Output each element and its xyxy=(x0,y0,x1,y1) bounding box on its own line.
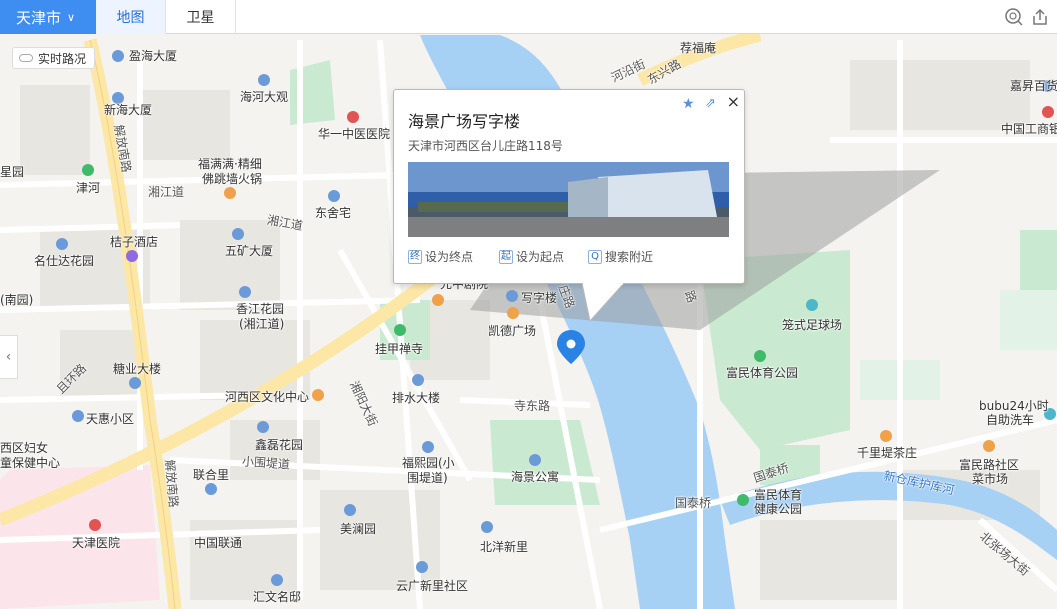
city-name: 天津市 xyxy=(16,8,62,27)
road-label: 国泰桥 xyxy=(675,496,712,510)
poi-label[interactable]: 糖业大楼 xyxy=(113,360,161,377)
popup-address: 天津市河西区台儿庄路118号 xyxy=(408,139,563,153)
tab-map[interactable]: 地图 xyxy=(96,0,166,34)
poi-label[interactable]: 菜市场 xyxy=(972,470,1008,487)
poi-label[interactable]: 云广新里社区 xyxy=(396,577,468,594)
poi-label[interactable]: 中国工商银 xyxy=(1001,120,1057,137)
poi-label[interactable]: 围堤道) xyxy=(407,469,448,486)
close-icon[interactable]: × xyxy=(727,92,740,111)
poi-label[interactable]: 千里堤茶庄 xyxy=(857,444,917,461)
poi-label[interactable]: 中国联通 xyxy=(194,534,242,551)
poi-label[interactable]: 鑫磊花园 xyxy=(255,436,303,453)
poi-label[interactable]: 五矿大厦 xyxy=(225,242,273,259)
top-bar: 天津市 ∨ 地图 卫星 xyxy=(0,0,1057,34)
poi-label[interactable]: 海河大观 xyxy=(240,88,288,105)
poi-label[interactable]: 佛跳墙火锅 xyxy=(202,170,262,187)
poi-label[interactable]: 汇文名邸 xyxy=(253,588,301,605)
favorite-star-icon[interactable]: ★ xyxy=(682,96,695,112)
set-destination-button[interactable]: 终 设为终点 xyxy=(408,248,473,265)
poi-label[interactable]: 童保健中心 xyxy=(0,454,60,471)
share-icon[interactable] xyxy=(1030,7,1050,27)
poi-info-popup: ★ ⇗ × 海景广场写字楼 天津市河西区台儿庄路118号 终 设为终点 起 设为… xyxy=(393,89,745,284)
poi-label[interactable]: 凯德广场 xyxy=(488,322,536,339)
city-selector[interactable]: 天津市 ∨ xyxy=(0,0,96,34)
road-label: 湘江道 xyxy=(148,185,185,199)
poi-label[interactable]: 天惠小区 xyxy=(86,410,134,427)
poi-label[interactable]: 海景公寓 xyxy=(511,468,559,485)
poi-label[interactable]: 华一中医医院 xyxy=(318,125,390,142)
start-badge-icon: 起 xyxy=(499,249,513,264)
chevron-down-icon: ∨ xyxy=(67,10,76,24)
poi-label[interactable]: 健康公园 xyxy=(754,500,802,517)
poi-label[interactable]: 东舍宅 xyxy=(315,204,351,221)
popup-pointer xyxy=(581,283,625,323)
poi-label[interactable]: 写字楼 xyxy=(521,289,557,306)
poi-label[interactable]: 笼式足球场 xyxy=(782,316,842,333)
poi-label[interactable]: 美澜园 xyxy=(340,520,376,537)
traffic-button[interactable]: 实时路况 xyxy=(12,47,96,69)
poi-label[interactable]: 津河 xyxy=(76,179,100,196)
poi-label[interactable]: 富民体育公园 xyxy=(726,364,798,381)
place-photo[interactable] xyxy=(408,162,729,237)
poi-label[interactable]: 北洋新里 xyxy=(480,538,528,555)
poi-label[interactable]: 挂甲禅寺 xyxy=(375,340,423,357)
tab-satellite[interactable]: 卫星 xyxy=(166,0,236,34)
poi-label[interactable]: 自助洗车 xyxy=(986,411,1034,428)
popup-share-icon[interactable]: ⇗ xyxy=(705,96,716,111)
search-nearby-label: 搜索附近 xyxy=(605,250,654,264)
poi-label[interactable]: 河西区文化中心 xyxy=(225,388,309,405)
road-label: 寺东路 xyxy=(514,399,551,413)
poi-label[interactable]: 星园 xyxy=(0,163,24,180)
end-badge-icon: 终 xyxy=(408,249,422,264)
road-label: 小围堤道 xyxy=(241,454,291,472)
popup-title: 海景广场写字楼 xyxy=(408,112,521,131)
poi-label[interactable]: (湘江道) xyxy=(239,315,284,332)
poi-label[interactable]: (南园) xyxy=(0,291,33,308)
chevron-left-icon: ‹ xyxy=(5,349,12,365)
sidebar-toggle[interactable]: ‹ xyxy=(0,335,18,379)
poi-label[interactable]: 排水大楼 xyxy=(392,389,440,406)
poi-label[interactable]: 桔子酒店 xyxy=(110,233,158,250)
location-search-icon[interactable] xyxy=(1004,7,1024,27)
map-app: 盈海大厦 荐福庵 新海大厦 海河大观 华一中医医院 嘉昇百货 中国工商银 福满满… xyxy=(0,0,1057,609)
set-origin-label: 设为起点 xyxy=(516,250,565,264)
search-nearby-button[interactable]: Q 搜索附近 xyxy=(588,248,653,265)
poi-label[interactable]: 荐福庵 xyxy=(680,39,716,56)
poi-label[interactable]: 新海大厦 xyxy=(104,101,152,118)
search-icon: Q xyxy=(588,249,602,264)
poi-label[interactable]: 嘉昇百货 xyxy=(1010,77,1057,94)
poi-label[interactable]: 盈海大厦 xyxy=(129,47,177,64)
traffic-label: 实时路况 xyxy=(38,51,87,66)
set-origin-button[interactable]: 起 设为起点 xyxy=(499,248,564,265)
poi-label[interactable]: 联合里 xyxy=(193,466,229,483)
set-destination-label: 设为终点 xyxy=(425,250,474,264)
poi-label[interactable]: 天津医院 xyxy=(72,534,120,551)
traffic-icon xyxy=(19,54,33,62)
poi-label[interactable]: 名仕达花园 xyxy=(34,252,94,269)
